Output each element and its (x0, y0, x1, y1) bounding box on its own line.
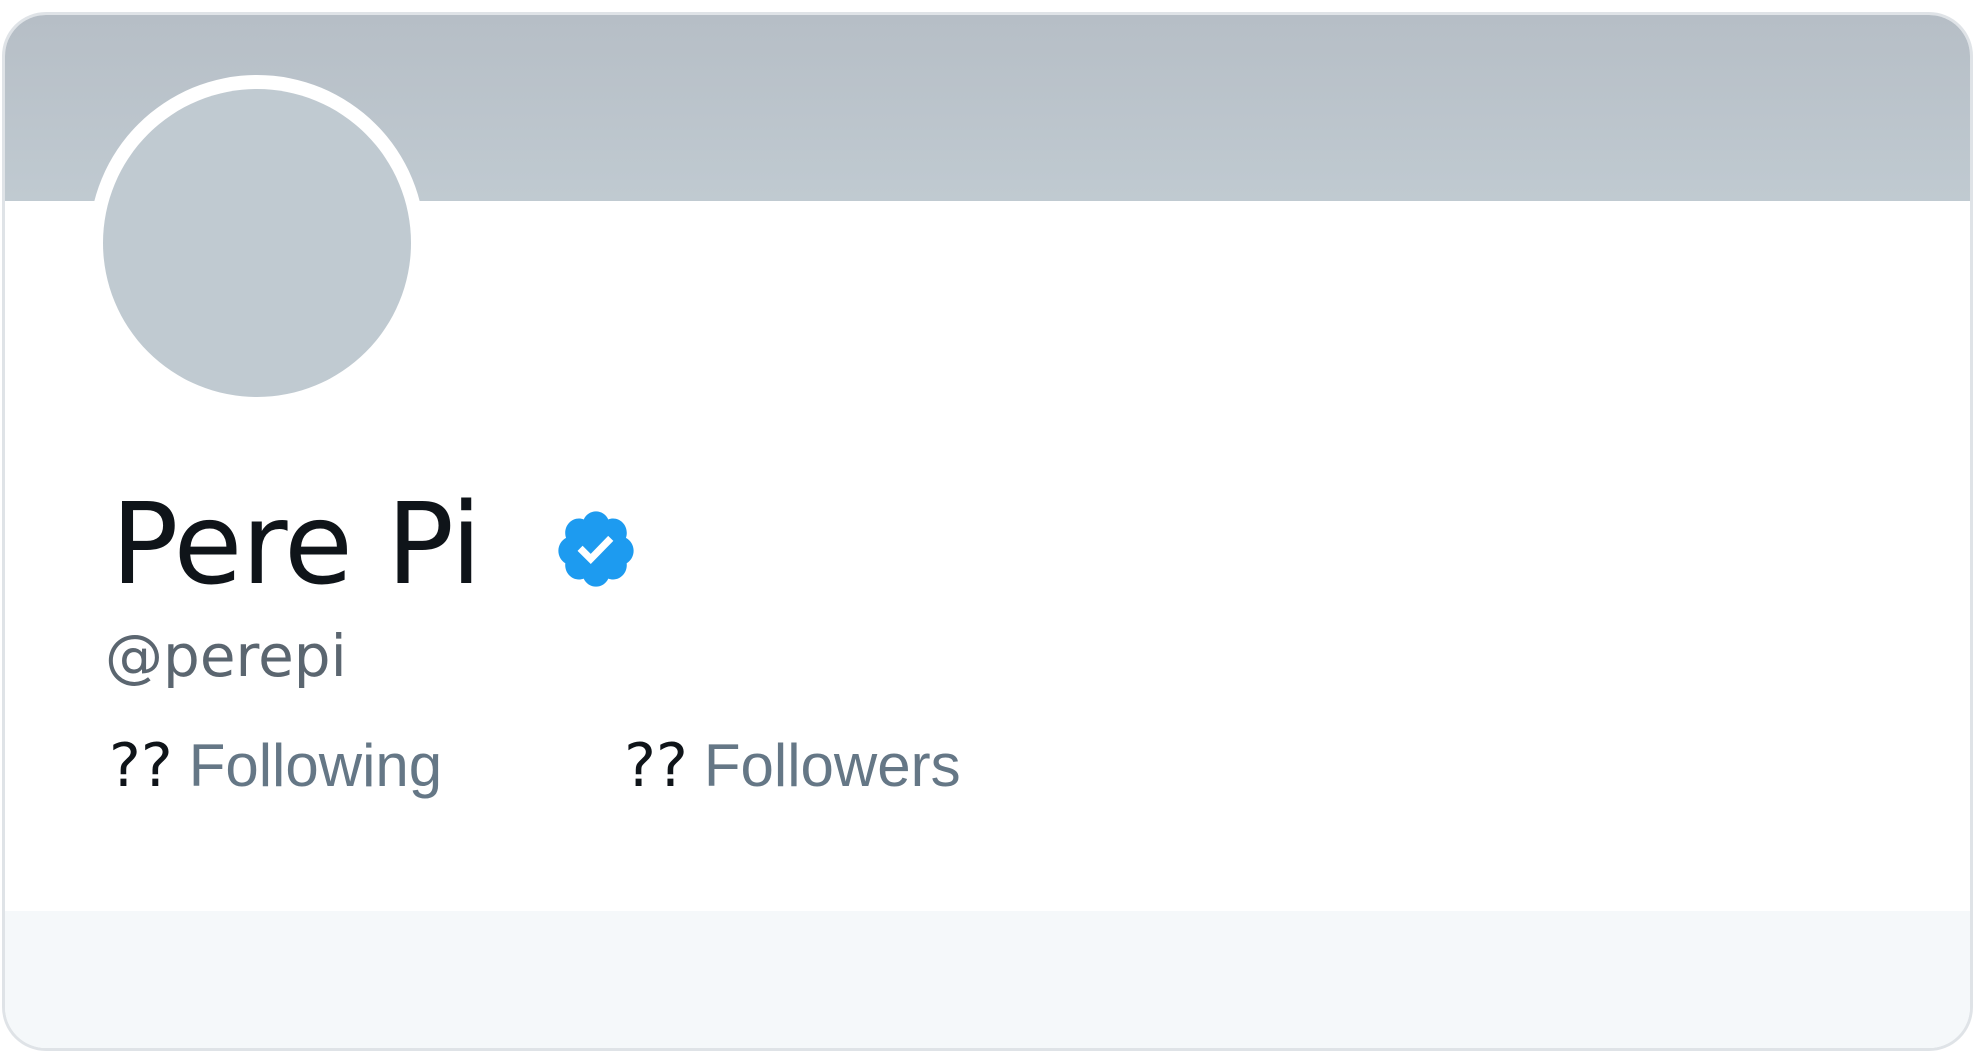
following-count: ?? (109, 731, 173, 801)
profile-card: Pere Pi @perepi ?? Following ?? Follower… (2, 12, 1973, 1051)
username-handle: @perepi (105, 622, 347, 690)
avatar[interactable] (89, 75, 425, 411)
followers-label: Followers (703, 732, 961, 799)
followers-count: ?? (624, 731, 688, 801)
following-label: Following (188, 732, 443, 799)
display-name[interactable]: Pere Pi (111, 485, 482, 605)
profile-stats: ?? Following ?? Followers (109, 731, 961, 801)
verified-badge-icon (553, 506, 639, 592)
following-stat[interactable]: ?? Following (109, 731, 442, 801)
avatar-placeholder (103, 89, 411, 397)
card-footer (5, 911, 1970, 1048)
name-row: Pere Pi (111, 485, 639, 605)
followers-stat[interactable]: ?? Followers (624, 731, 960, 801)
